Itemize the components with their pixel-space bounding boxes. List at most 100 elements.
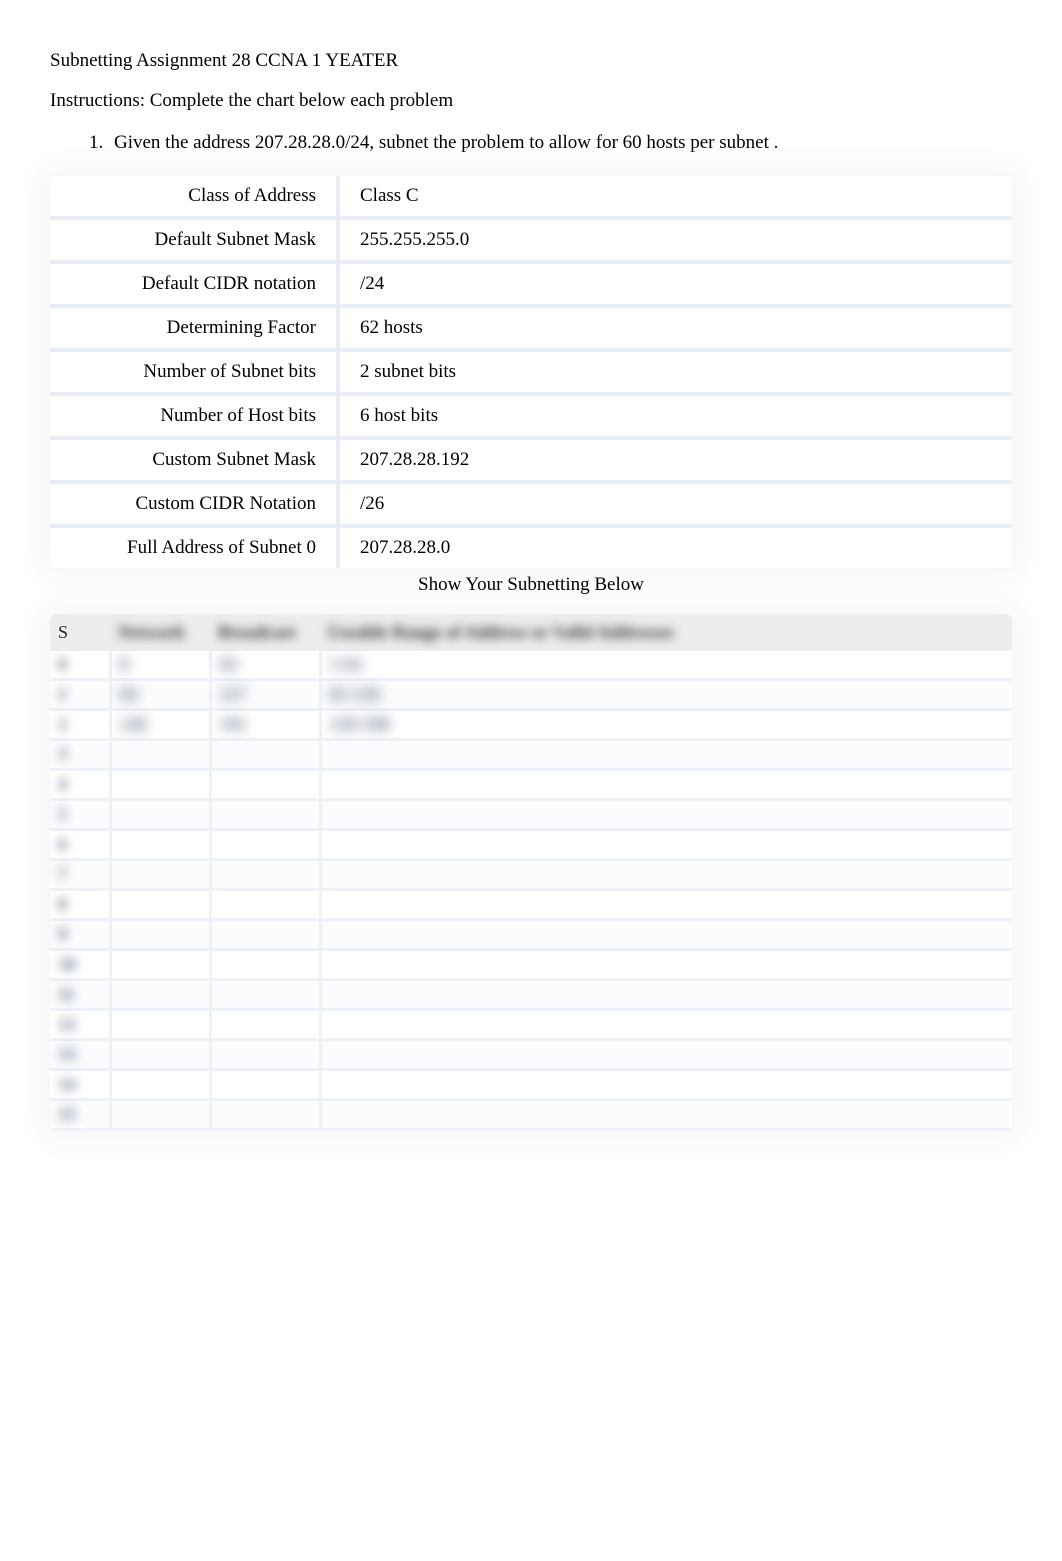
chart-cell-network xyxy=(110,1040,210,1070)
chart-cell-s: 6 xyxy=(50,830,110,860)
property-row: Full Address of Subnet 0207.28.28.0 xyxy=(50,528,1012,568)
property-label: Number of Host bits xyxy=(50,396,340,440)
chart-cell-range: 65-126 xyxy=(320,680,1012,710)
chart-cell-range xyxy=(320,1070,1012,1100)
chart-cell-network xyxy=(110,920,210,950)
show-subnetting-label: Show Your Subnetting Below xyxy=(50,574,1012,596)
chart-cell-broadcast xyxy=(210,920,320,950)
chart-cell-broadcast xyxy=(210,1070,320,1100)
property-value: 2 subnet bits xyxy=(340,352,1012,396)
chart-cell-s: 14 xyxy=(50,1070,110,1100)
chart-row: 5 xyxy=(50,800,1012,830)
property-label: Default CIDR notation xyxy=(50,264,340,308)
document-title: Subnetting Assignment 28 CCNA 1 YEATER xyxy=(50,50,1012,72)
chart-cell-s: 7 xyxy=(50,860,110,890)
chart-cell-network xyxy=(110,740,210,770)
instructions-text: Instructions: Complete the chart below e… xyxy=(50,90,1012,112)
chart-cell-range xyxy=(320,800,1012,830)
property-label: Class of Address xyxy=(50,176,340,220)
chart-cell-network xyxy=(110,1100,210,1130)
property-value: 207.28.28.192 xyxy=(340,440,1012,484)
chart-row: 14 xyxy=(50,1070,1012,1100)
chart-cell-broadcast: 127 xyxy=(210,680,320,710)
property-label: Number of Subnet bits xyxy=(50,352,340,396)
chart-cell-broadcast xyxy=(210,740,320,770)
chart-cell-broadcast xyxy=(210,890,320,920)
subnet-chart-wrap: S Network Broadcast Useable Range of Add… xyxy=(50,614,1012,1131)
chart-row: 9 xyxy=(50,920,1012,950)
property-row: Class of AddressClass C xyxy=(50,176,1012,220)
property-row: Custom CIDR Notation/26 xyxy=(50,484,1012,528)
chart-cell-broadcast xyxy=(210,1010,320,1040)
chart-header-network: Network xyxy=(110,614,210,651)
property-value: 62 hosts xyxy=(340,308,1012,352)
chart-row: 10 xyxy=(50,950,1012,980)
property-row: Default Subnet Mask255.255.255.0 xyxy=(50,220,1012,264)
property-row: Number of Host bits6 host bits xyxy=(50,396,1012,440)
chart-cell-range: 129-190 xyxy=(320,710,1012,740)
chart-cell-network xyxy=(110,950,210,980)
chart-row: 4 xyxy=(50,770,1012,800)
property-value: 6 host bits xyxy=(340,396,1012,440)
chart-cell-network xyxy=(110,890,210,920)
chart-cell-s: 4 xyxy=(50,770,110,800)
chart-cell-range: 1-62 xyxy=(320,651,1012,680)
chart-cell-range xyxy=(320,1100,1012,1130)
chart-cell-range xyxy=(320,980,1012,1010)
problem-item: Given the address 207.28.28.0/24, subnet… xyxy=(108,132,1012,154)
chart-cell-s: 9 xyxy=(50,920,110,950)
chart-header-row: S Network Broadcast Useable Range of Add… xyxy=(50,614,1012,651)
chart-cell-range xyxy=(320,770,1012,800)
chart-row: 3 xyxy=(50,740,1012,770)
property-label: Full Address of Subnet 0 xyxy=(50,528,340,568)
properties-table-wrap: Class of AddressClass CDefault Subnet Ma… xyxy=(50,176,1012,568)
chart-header-range: Useable Range of Address or Valid Addres… xyxy=(320,614,1012,651)
chart-row: 8 xyxy=(50,890,1012,920)
chart-row: 16412765-126 xyxy=(50,680,1012,710)
property-row: Determining Factor62 hosts xyxy=(50,308,1012,352)
chart-cell-broadcast xyxy=(210,860,320,890)
property-row: Default CIDR notation/24 xyxy=(50,264,1012,308)
chart-cell-range xyxy=(320,860,1012,890)
chart-cell-network xyxy=(110,860,210,890)
chart-cell-s: 5 xyxy=(50,800,110,830)
chart-row: 12 xyxy=(50,1010,1012,1040)
chart-cell-broadcast: 63 xyxy=(210,651,320,680)
chart-cell-range xyxy=(320,1010,1012,1040)
chart-cell-s: 13 xyxy=(50,1040,110,1070)
chart-cell-s: 15 xyxy=(50,1100,110,1130)
properties-table: Class of AddressClass CDefault Subnet Ma… xyxy=(50,176,1012,568)
subnet-chart-table: S Network Broadcast Useable Range of Add… xyxy=(50,614,1012,1131)
chart-cell-broadcast xyxy=(210,980,320,1010)
chart-cell-network xyxy=(110,800,210,830)
chart-row: 13 xyxy=(50,1040,1012,1070)
property-value: /26 xyxy=(340,484,1012,528)
chart-row: 00631-62 xyxy=(50,651,1012,680)
chart-cell-range xyxy=(320,920,1012,950)
chart-cell-network: 128 xyxy=(110,710,210,740)
chart-row: 15 xyxy=(50,1100,1012,1130)
chart-cell-s: 12 xyxy=(50,1010,110,1040)
chart-cell-range xyxy=(320,950,1012,980)
chart-cell-s: 11 xyxy=(50,980,110,1010)
chart-header-broadcast: Broadcast xyxy=(210,614,320,651)
chart-cell-network xyxy=(110,1070,210,1100)
property-label: Default Subnet Mask xyxy=(50,220,340,264)
chart-cell-network: 64 xyxy=(110,680,210,710)
chart-cell-s: 3 xyxy=(50,740,110,770)
property-row: Number of Subnet bits2 subnet bits xyxy=(50,352,1012,396)
chart-row: 11 xyxy=(50,980,1012,1010)
chart-cell-s: 0 xyxy=(50,651,110,680)
chart-cell-network: 0 xyxy=(110,651,210,680)
chart-cell-broadcast xyxy=(210,830,320,860)
chart-cell-range xyxy=(320,890,1012,920)
property-label: Custom CIDR Notation xyxy=(50,484,340,528)
chart-header-s: S xyxy=(50,614,110,651)
problem-list: Given the address 207.28.28.0/24, subnet… xyxy=(50,132,1012,154)
chart-cell-network xyxy=(110,980,210,1010)
chart-cell-s: 1 xyxy=(50,680,110,710)
chart-row: 6 xyxy=(50,830,1012,860)
chart-cell-network xyxy=(110,770,210,800)
chart-cell-range xyxy=(320,1040,1012,1070)
chart-cell-broadcast xyxy=(210,770,320,800)
